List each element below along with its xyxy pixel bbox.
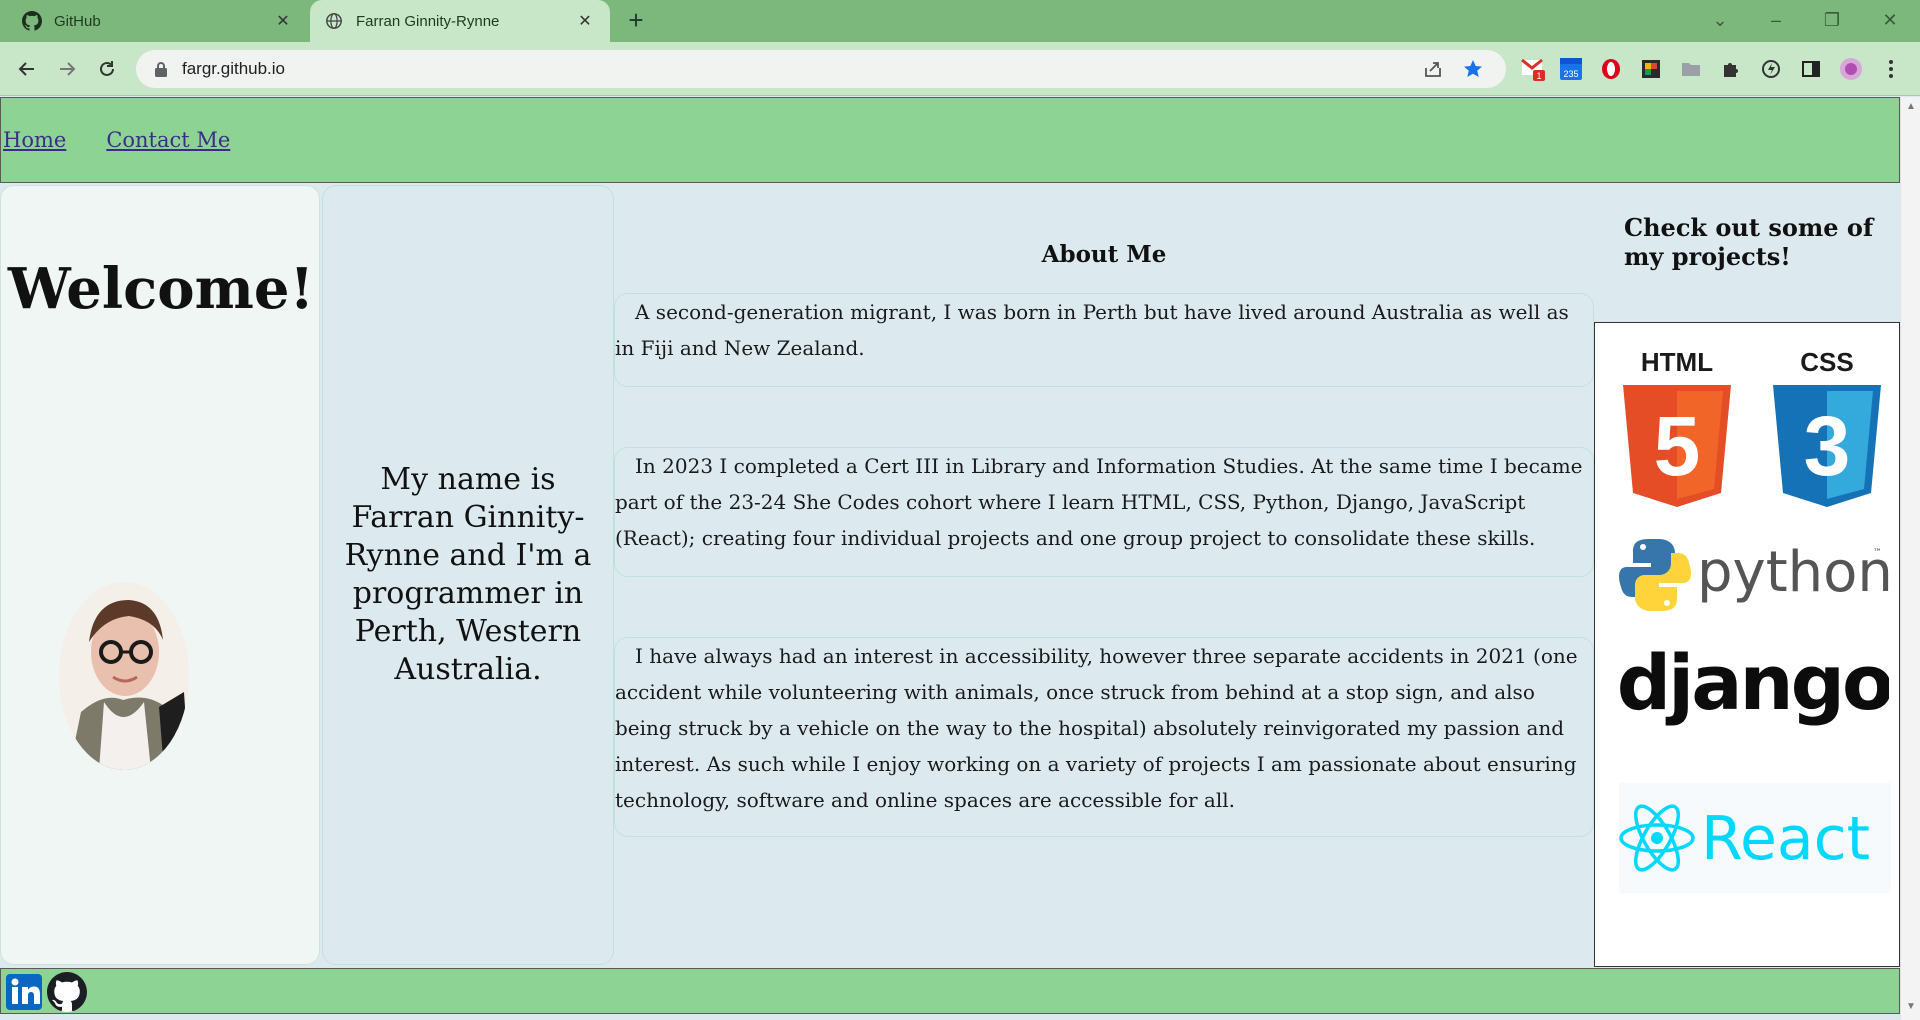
site-nav: Home Contact Me [0, 97, 1900, 183]
about-heading: About Me [1041, 241, 1167, 268]
about-paragraph: I have always had an interest in accessi… [614, 637, 1594, 837]
calendar-badge: 235 [1563, 69, 1578, 79]
python-tm: ™ [1873, 548, 1882, 558]
globe-icon [324, 11, 344, 31]
reload-button[interactable] [92, 54, 122, 84]
welcome-heading: Welcome! [7, 256, 315, 322]
new-tab-button[interactable]: + [622, 7, 650, 35]
tab-label: GitHub [54, 12, 101, 30]
about-text: I have always had an interest in accessi… [615, 644, 1578, 812]
scroll-up-icon[interactable]: ▲ [1906, 101, 1916, 112]
css-logo-number: 3 [1804, 399, 1851, 493]
github-icon [22, 11, 42, 31]
bookmark-star-icon[interactable] [1462, 58, 1484, 80]
react-logo-text: React [1701, 804, 1870, 874]
minimize-button[interactable]: – [1756, 6, 1796, 34]
nav-home-link[interactable]: Home [3, 128, 66, 152]
side-panel-icon[interactable] [1798, 56, 1824, 82]
projects-heading: Check out some of my projects! [1624, 213, 1874, 271]
about-paragraph: A second-generation migrant, I was born … [614, 293, 1594, 387]
css-logo-text: CSS [1800, 347, 1853, 377]
html-logo-number: 5 [1654, 399, 1701, 493]
tab-search-icon[interactable]: ⌄ [1700, 6, 1740, 34]
back-button[interactable] [12, 54, 42, 84]
calendar-extension-icon[interactable]: 235 [1558, 56, 1584, 82]
tab-github[interactable]: GitHub ✕ [8, 0, 308, 42]
about-text: A second-generation migrant, I was born … [615, 300, 1569, 360]
projects-panel: HTML 5 CSS 3 python ™ django React [1594, 322, 1900, 967]
share-icon[interactable] [1422, 58, 1444, 80]
html5-logo[interactable]: HTML 5 [1619, 343, 1735, 507]
address-bar[interactable]: fargr.github.io [136, 50, 1506, 88]
gmail-extension-icon[interactable]: 1 [1520, 56, 1546, 82]
tab-label: Farran Ginnity-Rynne [356, 12, 500, 30]
python-logo-text: python [1697, 540, 1889, 605]
close-tab-icon[interactable]: ✕ [574, 10, 596, 32]
site-footer [0, 968, 1900, 1014]
react-logo[interactable]: React [1619, 783, 1891, 893]
gmail-badge: 1 [1536, 71, 1541, 81]
page-content: Home Contact Me Welcome! My name is Farr… [0, 97, 1900, 1020]
performance-icon[interactable] [1758, 56, 1784, 82]
opera-extension-icon[interactable] [1598, 56, 1624, 82]
css3-logo[interactable]: CSS 3 [1769, 343, 1885, 507]
about-paragraph: In 2023 I completed a Cert III in Librar… [614, 447, 1594, 577]
close-tab-icon[interactable]: ✕ [272, 10, 294, 32]
django-logo[interactable]: django [1619, 639, 1889, 739]
close-window-button[interactable]: ✕ [1870, 6, 1910, 34]
forward-button[interactable] [52, 54, 82, 84]
django-logo-text: django [1619, 639, 1889, 727]
folder-extension-icon[interactable] [1678, 56, 1704, 82]
intro-column: My name is Farran Ginnity-Rynne and I'm … [322, 185, 614, 965]
puzzle-extensions-icon[interactable] [1718, 56, 1744, 82]
welcome-column: Welcome! [0, 185, 320, 965]
tab-strip: GitHub ✕ Farran Ginnity-Rynne ✕ + ⌄ – ❐ … [0, 0, 1920, 42]
linkedin-icon[interactable] [4, 972, 44, 1012]
scroll-down-icon[interactable]: ▼ [1906, 1001, 1916, 1012]
url-text: fargr.github.io [182, 59, 286, 78]
python-logo[interactable]: python ™ [1619, 535, 1889, 615]
page-scrollbar[interactable]: ▲ ▼ [1900, 97, 1920, 1020]
html-logo-text: HTML [1641, 347, 1713, 377]
github-icon[interactable] [47, 972, 87, 1012]
nav-contact-link[interactable]: Contact Me [106, 128, 230, 152]
menu-kebab-icon[interactable] [1878, 56, 1904, 82]
colorful-extension-icon[interactable] [1638, 56, 1664, 82]
about-text: In 2023 I completed a Cert III in Librar… [615, 454, 1583, 550]
profile-avatar-icon[interactable] [1838, 56, 1864, 82]
profile-photo [59, 582, 189, 770]
browser-toolbar: fargr.github.io 1 235 [0, 42, 1920, 96]
intro-text: My name is Farran Ginnity-Rynne and I'm … [344, 462, 592, 687]
restore-button[interactable]: ❐ [1812, 6, 1852, 34]
tab-farran[interactable]: Farran Ginnity-Rynne ✕ [310, 0, 610, 42]
lock-icon [155, 62, 167, 77]
